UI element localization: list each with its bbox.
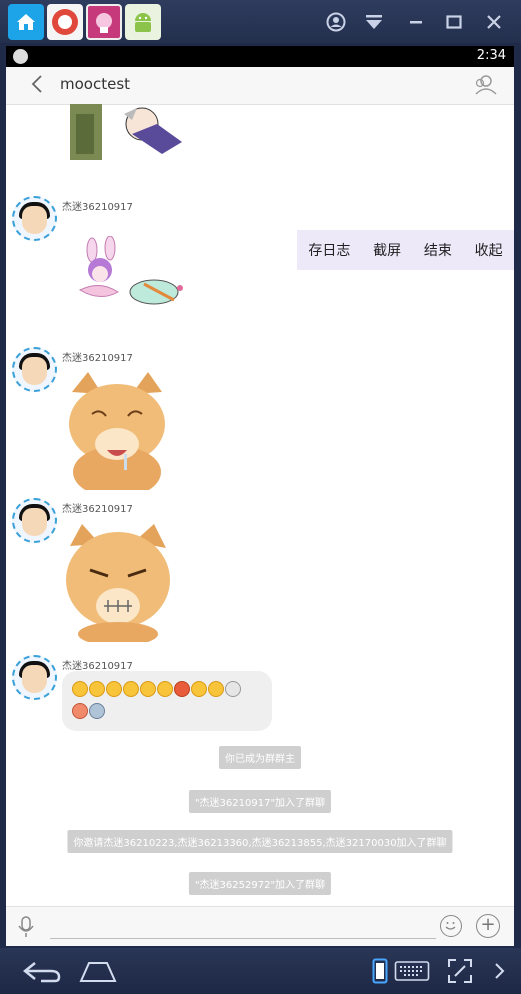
menu-dropdown-icon[interactable] [362, 10, 386, 34]
status-time: 2:34 [476, 48, 506, 63]
sender-avatar[interactable] [12, 347, 57, 392]
android-icon [135, 13, 151, 32]
save-log-button[interactable]: 存日志 [308, 240, 350, 260]
heart-eyes-emoji-icon [106, 681, 122, 697]
sender-name: 杰迷36210917 [62, 504, 133, 515]
emulator-top-bar [0, 0, 521, 43]
chat-header: mooctest [6, 67, 514, 105]
angry-emoji-icon [174, 681, 190, 697]
sender-avatar[interactable] [12, 498, 57, 543]
neutral-emoji-icon [140, 681, 156, 697]
group-members-icon[interactable] [472, 73, 498, 97]
sticker-bunny[interactable] [62, 235, 188, 322]
system-message: "杰迷36252972"加入了群聊 [188, 872, 332, 895]
sender-avatar[interactable] [12, 196, 57, 241]
home-icon [17, 14, 35, 30]
maximize-icon[interactable] [442, 10, 466, 34]
chat-title: mooctest [60, 75, 131, 93]
system-message: 你邀请杰迷36210223,杰迷36213360,杰迷36213855,杰迷32… [67, 830, 453, 853]
sender-name: 杰迷36210917 [62, 353, 133, 364]
back-icon[interactable] [30, 73, 44, 101]
message-input-bar: + [6, 906, 514, 946]
emoji-message-bubble[interactable] [62, 671, 272, 731]
sender-name: 杰迷36210917 [62, 202, 133, 213]
back-nav-icon[interactable] [20, 958, 62, 984]
sticker-cat-angry[interactable] [62, 522, 174, 646]
system-message: 你已成为群群主 [219, 746, 301, 769]
shocked-emoji-icon [157, 681, 173, 697]
home-tab[interactable] [8, 4, 44, 40]
android-tab[interactable] [125, 4, 161, 40]
wink-emoji-icon [191, 681, 207, 697]
sender-name: 杰迷36210917 [62, 661, 133, 672]
cool-emoji-icon [89, 703, 105, 719]
floating-test-menu: 存日志 截屏 结束 收起 [297, 230, 514, 270]
fullscreen-icon[interactable] [446, 958, 474, 984]
chat-message-list[interactable]: 杰迷36210917 杰迷36210917 杰迷36210917 杰迷36210… [6, 104, 514, 904]
pink-app-icon [96, 13, 112, 33]
red-app-icon [52, 9, 78, 35]
blush-emoji-icon [89, 681, 105, 697]
phone-screen: 2:34 mooctest 杰迷36210917 杰迷36210917 杰迷36… [6, 46, 514, 946]
home-nav-icon[interactable] [78, 958, 118, 984]
smile-emoji-icon [72, 681, 88, 697]
emoji-row [72, 703, 105, 719]
android-status-bar: 2:34 [6, 46, 514, 67]
close-icon[interactable] [482, 10, 506, 34]
sticker-top[interactable] [62, 104, 182, 168]
cry-emoji-icon [208, 681, 224, 697]
message-input[interactable] [50, 938, 436, 939]
emulator-nav-bar [0, 948, 521, 994]
chevron-right-icon[interactable] [492, 958, 506, 984]
keyboard-icon[interactable] [394, 958, 430, 984]
sticker-cat-drool[interactable] [62, 372, 172, 498]
phone-orientation-icon[interactable] [372, 958, 388, 984]
sender-avatar[interactable] [12, 655, 57, 700]
collapse-button[interactable]: 收起 [475, 240, 503, 260]
status-logo-icon [13, 49, 28, 64]
account-icon[interactable] [324, 10, 348, 34]
grin-emoji-icon [123, 681, 139, 697]
emoji-row [72, 681, 241, 697]
app-tab-pink[interactable] [86, 4, 122, 40]
end-button[interactable]: 结束 [424, 240, 452, 260]
skull-emoji-icon [225, 681, 241, 697]
sick-emoji-icon [72, 703, 88, 719]
minimize-icon[interactable] [404, 10, 428, 34]
screenshot-button[interactable]: 截屏 [373, 240, 401, 260]
app-tab-red[interactable] [47, 4, 83, 40]
more-plus-icon[interactable]: + [476, 914, 500, 938]
microphone-icon[interactable] [18, 916, 34, 938]
system-message: "杰迷36210917"加入了群聊 [188, 790, 332, 813]
emoji-picker-icon[interactable] [440, 915, 462, 937]
